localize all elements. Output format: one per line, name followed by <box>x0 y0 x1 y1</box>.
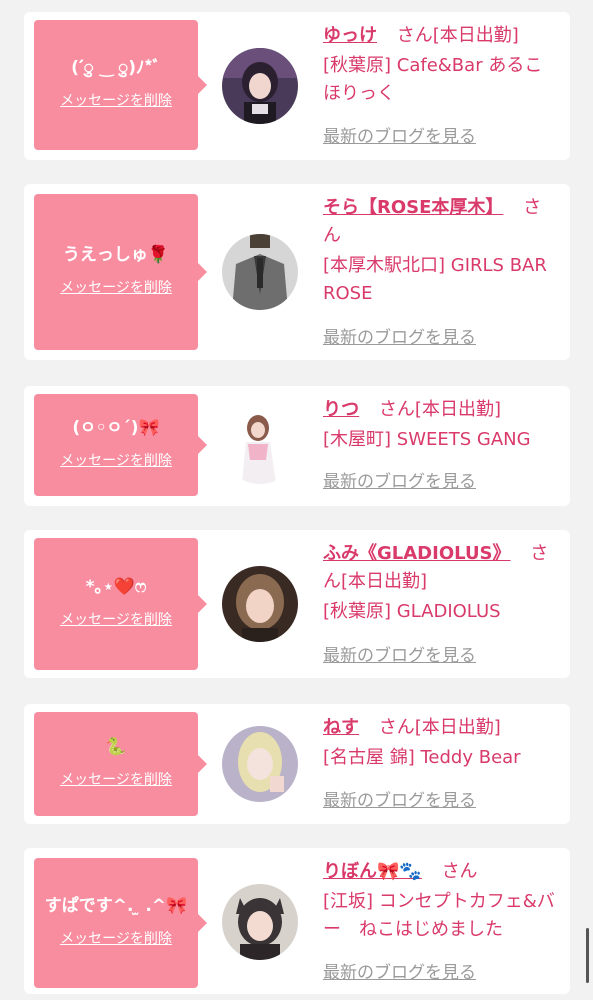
avatar[interactable] <box>222 408 298 484</box>
store-name: [秋葉原] Cafe&Bar あるこほりっく <box>323 55 543 104</box>
avatar[interactable] <box>222 48 298 124</box>
delete-message-link[interactable]: メッセージを削除 <box>34 278 198 298</box>
cast-info: ねす さん[本日出勤] [名古屋 錦] Teddy Bear <box>323 714 559 772</box>
message-card: すぱです^. ̫ .^🎀 メッセージを削除 りぼん🎀🐾 さん [江坂] コンセプ… <box>24 848 570 994</box>
message-card: 🐍 メッセージを削除 ねす さん[本日出勤] [名古屋 錦] Teddy Bea… <box>24 704 570 824</box>
avatar-image <box>222 234 298 310</box>
cast-status: さん[本日出勤] <box>378 399 501 420</box>
cast-name-link[interactable]: ふみ《GLADIOLUS》 <box>323 543 511 564</box>
delete-message-link[interactable]: メッセージを削除 <box>34 610 198 630</box>
message-card: *｡⋆❤️ෆ メッセージを削除 ふみ《GLADIOLUS》 さん[本日出勤] [… <box>24 530 570 678</box>
message-card: (ㅇ◦ㅇ´)🎀 メッセージを削除 りつ さん[本日出勤] [木屋町] SWEET… <box>24 386 570 506</box>
avatar-image <box>222 48 298 124</box>
latest-blog-link[interactable]: 最新のブログを見る <box>323 645 476 667</box>
cast-status: さん[本日出勤] <box>378 717 501 738</box>
message-text: *｡⋆❤️ෆ <box>85 577 147 597</box>
avatar[interactable] <box>222 566 298 642</box>
message-card: (´ु ‿ ु)ﾉ*ﾞ メッセージを削除 ゆっけ さん[本日出勤] [秋葉原] … <box>24 12 570 160</box>
avatar[interactable] <box>222 884 298 960</box>
cast-name-link[interactable]: そら【ROSE本厚木】 <box>323 197 503 218</box>
delete-message-link[interactable]: メッセージを削除 <box>34 451 198 471</box>
cast-status: さん[本日出勤] <box>396 25 519 46</box>
message-bubble: (ㅇ◦ㅇ´)🎀 メッセージを削除 <box>34 394 207 496</box>
store-name: [江坂] コンセプトカフェ&バー ねこはじめました <box>323 891 555 940</box>
message-bubble: 🐍 メッセージを削除 <box>34 712 207 816</box>
avatar-image <box>222 566 298 642</box>
message-card: うえっしゅ🌹 メッセージを削除 そら【ROSE本厚木】 さん [本厚木駅北口] … <box>24 184 570 360</box>
message-bubble: (´ु ‿ ु)ﾉ*ﾞ メッセージを削除 <box>34 20 207 150</box>
avatar-image <box>222 408 298 484</box>
delete-message-link[interactable]: メッセージを削除 <box>34 929 198 949</box>
message-bubble: *｡⋆❤️ෆ メッセージを削除 <box>34 538 207 670</box>
delete-message-link[interactable]: メッセージを削除 <box>34 91 198 111</box>
cast-name-link[interactable]: ねす <box>323 717 359 738</box>
message-bubble: うえっしゅ🌹 メッセージを削除 <box>34 194 207 350</box>
message-text: すぱです^. ̫ .^🎀 <box>44 896 188 916</box>
cast-info: りつ さん[本日出勤] [木屋町] SWEETS GANG <box>323 396 559 454</box>
store-name: [本厚木駅北口] GIRLS BAR ROSE <box>323 255 547 304</box>
store-name: [木屋町] SWEETS GANG <box>323 429 531 450</box>
avatar-image <box>222 726 298 802</box>
latest-blog-link[interactable]: 最新のブログを見る <box>323 962 476 984</box>
avatar[interactable] <box>222 726 298 802</box>
scrollbar[interactable] <box>586 928 589 983</box>
message-text: (´ु ‿ ु)ﾉ*ﾞ <box>71 58 161 78</box>
message-text: (ㅇ◦ㅇ´)🎀 <box>72 418 160 438</box>
latest-blog-link[interactable]: 最新のブログを見る <box>323 327 476 349</box>
store-name: [秋葉原] GLADIOLUS <box>323 601 501 622</box>
avatar-image <box>222 884 298 960</box>
latest-blog-link[interactable]: 最新のブログを見る <box>323 471 476 493</box>
delete-message-link[interactable]: メッセージを削除 <box>34 770 198 790</box>
cast-info: そら【ROSE本厚木】 さん [本厚木駅北口] GIRLS BAR ROSE <box>323 194 559 308</box>
cast-info: ふみ《GLADIOLUS》 さん[本日出勤] [秋葉原] GLADIOLUS <box>323 540 559 626</box>
cast-info: りぼん🎀🐾 さん [江坂] コンセプトカフェ&バー ねこはじめました <box>323 858 559 944</box>
cast-name-link[interactable]: りぼん🎀🐾 <box>323 861 422 882</box>
cast-name-link[interactable]: ゆっけ <box>323 25 377 46</box>
cast-info: ゆっけ さん[本日出勤] [秋葉原] Cafe&Bar あるこほりっく <box>323 22 559 108</box>
avatar[interactable] <box>222 234 298 310</box>
latest-blog-link[interactable]: 最新のブログを見る <box>323 790 476 812</box>
latest-blog-link[interactable]: 最新のブログを見る <box>323 126 476 148</box>
message-text: 🐍 <box>105 737 127 757</box>
cast-status: さん <box>441 861 478 882</box>
cast-name-link[interactable]: りつ <box>323 399 359 420</box>
message-bubble: すぱです^. ̫ .^🎀 メッセージを削除 <box>34 858 207 988</box>
store-name: [名古屋 錦] Teddy Bear <box>323 747 521 768</box>
message-text: うえっしゅ🌹 <box>62 245 170 265</box>
